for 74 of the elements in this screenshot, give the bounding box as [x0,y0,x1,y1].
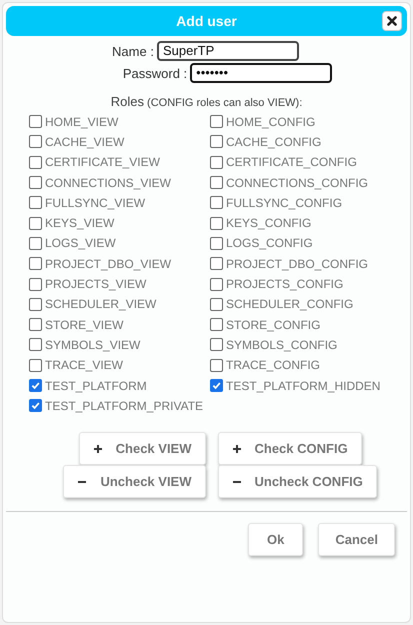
role-label: SYMBOLS_VIEW [45,338,140,352]
role-label: HOME_CONFIG [226,114,316,129]
checkbox[interactable] [210,236,223,250]
checkbox[interactable] [29,278,42,291]
checkbox[interactable] [210,135,223,148]
role-label: TRACE_CONFIG [226,358,320,372]
checkbox[interactable] [210,358,223,372]
role-label: TEST_PLATFORM_PRIVATE [45,398,204,413]
role-label: PROJECT_DBO_CONFIG [226,256,368,271]
uncheck-button[interactable]: Uncheck CONFIG [218,465,377,498]
role-label: TEST_PLATFORM [45,378,147,392]
role-label: STORE_VIEW [45,318,124,332]
checkbox[interactable] [29,216,42,230]
checkbox[interactable] [210,318,223,332]
ok-button[interactable]: Ok [248,523,304,556]
field-label: Password : [122,66,188,80]
checkbox[interactable] [210,278,223,291]
checkbox[interactable] [210,156,223,169]
role-label: TEST_PLATFORM_HIDDEN [226,378,380,392]
check-button[interactable]: Check CONFIG [218,432,362,466]
dialog-title: Add user [176,13,237,29]
role-label: SCHEDULER_VIEW [45,297,156,312]
checkbox[interactable] [29,358,42,372]
check-button[interactable]: Check VIEW [78,432,206,466]
plus-icon [232,444,242,454]
checkbox[interactable] [29,156,42,169]
close-icon [387,16,397,26]
role-label: HOME_VIEW [45,114,118,129]
checkbox[interactable] [210,379,223,392]
checkbox[interactable] [29,236,42,250]
role-label: FULLSYNC_VIEW [45,196,146,210]
checkbox[interactable] [210,257,223,270]
role-label: CERTIFICATE_VIEW [45,155,160,170]
field-label: Name : [112,44,154,58]
role-label: CERTIFICATE_CONFIG [226,155,357,170]
input-field[interactable]: SuperTP [156,41,299,61]
role-label: STORE_CONFIG [226,318,320,332]
role-label: PROJECTS_CONFIG [226,277,344,292]
checkbox[interactable] [210,298,223,311]
role-label: SCHEDULER_CONFIG [226,297,354,312]
role-label: TRACE_VIEW [45,358,124,372]
checkbox[interactable] [210,196,223,210]
role-label: SYMBOLS_CONFIG [226,338,338,352]
checkbox[interactable] [29,115,42,128]
role-label: LOGS_VIEW [45,236,116,250]
role-label: CONNECTIONS_VIEW [45,176,172,190]
role-label: CACHE_VIEW [45,134,124,149]
close-button[interactable] [382,11,402,31]
checkbox[interactable] [210,216,223,230]
plus-icon [92,444,103,454]
checkbox[interactable] [29,318,42,332]
role-label: KEYS_VIEW [45,216,114,230]
input-field[interactable]: ••••••• [190,63,332,83]
checkbox[interactable] [210,176,223,190]
roles-heading: Roles (CONFIG roles can also VIEW): [110,94,302,109]
role-label: PROJECTS_VIEW [45,277,146,292]
role-label: FULLSYNC_CONFIG [226,196,342,210]
checkbox[interactable] [29,176,42,190]
checkbox[interactable] [29,399,42,412]
checkbox[interactable] [29,338,42,352]
checkbox[interactable] [210,115,223,128]
cancel-button[interactable]: Cancel [318,523,395,556]
role-label: LOGS_CONFIG [226,236,313,250]
role-label: CONNECTIONS_CONFIG [226,176,368,190]
role-label: CACHE_CONFIG [226,134,322,149]
checkbox[interactable] [29,379,42,392]
checkbox[interactable] [29,298,42,311]
role-label: PROJECT_DBO_VIEW [45,256,172,271]
uncheck-button[interactable]: Uncheck VIEW [63,465,206,498]
checkbox[interactable] [29,257,42,270]
role-label: KEYS_CONFIG [226,216,312,230]
checkbox[interactable] [29,196,42,210]
checkbox[interactable] [210,338,223,352]
checkbox[interactable] [29,135,42,148]
